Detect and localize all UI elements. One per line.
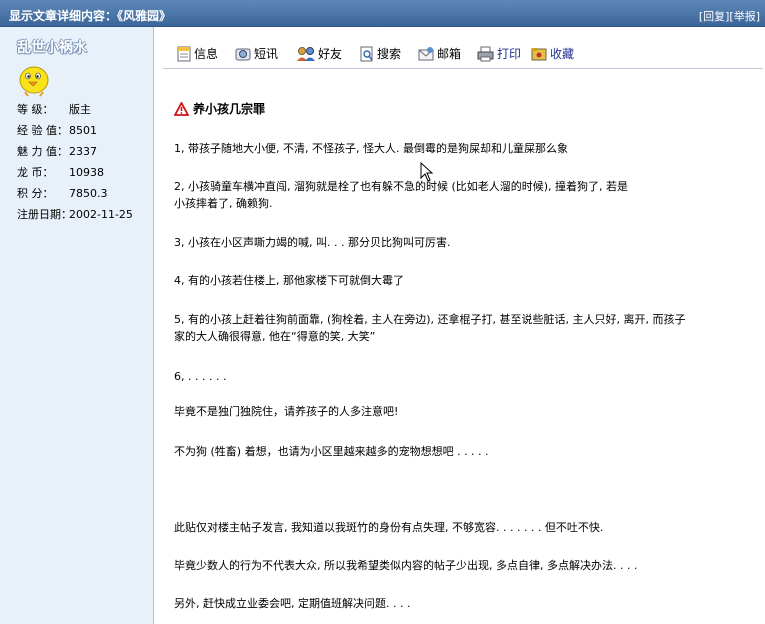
warning-icon bbox=[173, 101, 190, 116]
post-paragraph: 另外, 赶快成立业委会吧, 定期值班解决问题. . . . bbox=[174, 597, 411, 610]
post-paragraph: 4, 有的小孩若住楼上, 那他家楼下可就倒大霉了 bbox=[174, 274, 404, 287]
post-title-bar: 显示文章详细内容：《风雅园》 [回复][举报] bbox=[0, 0, 765, 27]
toolbar-mailbox[interactable]: 邮箱 bbox=[418, 45, 461, 63]
post-paragraph: 家的大人确很得意, 他在“得意的笑, 大笑” bbox=[174, 330, 376, 343]
report-link[interactable]: [举报] bbox=[729, 10, 760, 23]
author-coins: 龙 币： 10938 bbox=[17, 166, 104, 179]
reply-link[interactable]: [回复] bbox=[699, 10, 730, 23]
post-heading: 养小孩几宗罪 bbox=[173, 100, 266, 117]
title-actions: [回复][举报] bbox=[699, 8, 760, 24]
post-paragraph: 毕竟少数人的行为不代表大众, 所以我希望类似内容的帖子少出现, 多点自律, 多点… bbox=[174, 559, 638, 572]
message-icon bbox=[235, 48, 251, 61]
post-content-area: 信息 短讯 好友 搜索 邮箱 打印 收藏 养小孩几宗罪 1, 带孩子随地大小便,… bbox=[154, 27, 765, 624]
toolbar-message[interactable]: 短讯 bbox=[235, 45, 278, 63]
page-title: 显示文章详细内容：《风雅园》 bbox=[9, 9, 172, 23]
post-paragraph: 不为狗 (牲畜) 着想，也请为小区里越来越多的宠物想想吧 . . . . . bbox=[174, 445, 489, 458]
post-paragraph: 此贴仅对楼主帖子发言, 我知道以我斑竹的身份有点失理, 不够宽容. . . . … bbox=[174, 521, 604, 534]
post-paragraph: 小孩摔着了, 确赖狗. bbox=[174, 197, 273, 210]
post-paragraph: 2, 小孩骑童车横冲直闯, 溜狗就是栓了也有躲不急的时候 (比如老人溜的时候),… bbox=[174, 180, 629, 193]
info-icon bbox=[177, 46, 191, 62]
toolbar-search[interactable]: 搜索 bbox=[360, 45, 401, 63]
author-info: 等 级： 版主 经 验 值：8501 魅 力 值：2337 龙 币： 10938 积… bbox=[17, 99, 133, 225]
post-paragraph: 毕竟不是独门独院住，请养孩子的人多注意吧! bbox=[174, 405, 399, 418]
post-paragraph: 3, 小孩在小区声嘶力竭的喊, 叫. . . 那分贝比狗叫可厉害. bbox=[174, 236, 451, 249]
toolbar-info[interactable]: 信息 bbox=[177, 45, 218, 63]
mouse-cursor-icon bbox=[420, 162, 434, 182]
toolbar-print[interactable]: 打印 bbox=[477, 45, 521, 63]
author-level: 等 级： 版主 bbox=[17, 103, 91, 116]
post-paragraph: 6, . . . . . . bbox=[174, 370, 227, 383]
author-name[interactable]: 乱世小祸水 bbox=[17, 37, 87, 57]
author-register-date: 注册日期：2002-11-25 bbox=[17, 208, 133, 221]
toolbar-friends[interactable]: 好友 bbox=[297, 45, 342, 63]
toolbar-favorite[interactable]: 收藏 bbox=[531, 45, 574, 63]
post-paragraph: 5, 有的小孩上赶着往狗前面靠, (狗栓着, 主人在旁边), 还拿棍子打, 甚至… bbox=[174, 313, 686, 326]
yellow-chick-icon bbox=[19, 66, 49, 97]
author-sidebar: 乱世小祸水 等 级： 版主 经 验 值：8501 魅 力 值：2337 龙 币： 1… bbox=[0, 27, 154, 624]
author-experience: 经 验 值：8501 bbox=[17, 124, 97, 137]
friends-icon bbox=[297, 47, 315, 61]
favorite-icon bbox=[531, 48, 547, 61]
mailbox-icon bbox=[418, 47, 434, 61]
post-title-text: 养小孩几宗罪 bbox=[193, 102, 266, 116]
search-icon bbox=[360, 46, 373, 62]
user-toolbar: 信息 短讯 好友 搜索 邮箱 打印 收藏 bbox=[163, 37, 763, 69]
print-icon bbox=[477, 46, 494, 62]
author-points: 积 分： 7850.3 bbox=[17, 187, 108, 200]
author-charm: 魅 力 值：2337 bbox=[17, 145, 97, 158]
post-paragraph: 1, 带孩子随地大小便, 不清, 不怪孩子, 怪大人. 最倒霉的是狗屎却和儿童屎… bbox=[174, 142, 568, 155]
